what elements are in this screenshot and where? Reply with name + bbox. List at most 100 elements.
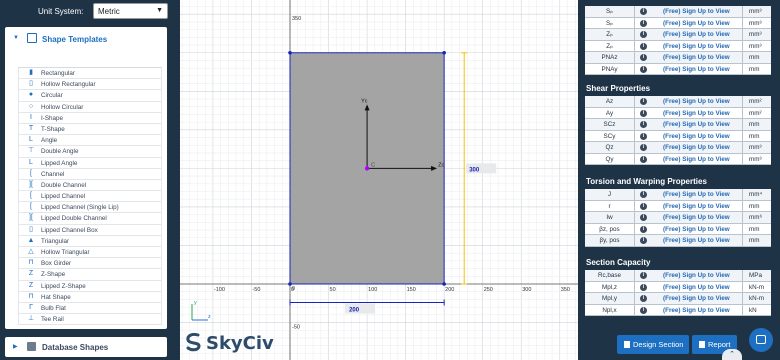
hollow-rectangle-icon: ▯ (29, 80, 33, 88)
sign-up-link[interactable]: (Free) Sign Up to View (663, 96, 741, 107)
info-icon[interactable]: i (640, 98, 647, 105)
sign-up-link[interactable]: (Free) Sign Up to View (663, 201, 741, 212)
info-icon[interactable]: i (640, 306, 647, 314)
shape-template-item[interactable]: [Channel (18, 168, 162, 180)
design-section-label: Design Section (633, 340, 684, 349)
section-canvas[interactable]: -100-50050100150200250300350350300250200… (174, 0, 599, 360)
info-icon[interactable]: i (640, 295, 647, 302)
sign-up-link[interactable]: (Free) Sign Up to View (663, 224, 741, 235)
shape-template-item[interactable]: ▮ Rectangular (18, 68, 162, 80)
shape-template-item[interactable]: ○ Hollow Circular (18, 101, 162, 113)
sign-up-link[interactable]: (Free) Sign Up to View (663, 235, 741, 246)
info-icon[interactable]: i (640, 155, 647, 163)
sign-up-link[interactable]: (Free) Sign Up to View (663, 293, 741, 304)
hollow-circle-icon: ○ (28, 102, 34, 110)
shape-template-item[interactable]: T T-Shape (18, 123, 162, 136)
lipped-z-shape-icon: Z (28, 281, 34, 289)
shape-template-item[interactable]: ⊤ Double Angle (18, 146, 162, 158)
shape-template-item[interactable]: ▯ Lipped Channel Box (18, 224, 162, 236)
design-section-button[interactable]: Design Section (617, 335, 689, 354)
shape-template-item[interactable]: ● Circular (18, 90, 162, 102)
sign-up-link[interactable]: (Free) Sign Up to View (663, 108, 741, 119)
shape-template-item[interactable]: ][Lipped Double Channel (18, 213, 162, 225)
info-icon[interactable]: i (640, 237, 647, 244)
info-icon[interactable]: i (640, 65, 647, 73)
shape-template-item[interactable]: [Lipped Channel (Single Lip) (18, 202, 162, 214)
info-icon[interactable]: i (640, 144, 647, 151)
hat-shape-icon: ⊓ (28, 292, 34, 300)
info-icon[interactable]: i (640, 283, 647, 291)
height-dimension-label: 300 (469, 167, 480, 173)
sign-up-link[interactable]: (Free) Sign Up to View (663, 282, 741, 293)
sign-up-link[interactable]: (Free) Sign Up to View (663, 119, 741, 130)
info-icon[interactable]: i (640, 31, 647, 38)
info-icon[interactable]: i (640, 121, 647, 128)
shape-template-item[interactable]: I I-Shape (18, 112, 162, 124)
shape-template-item[interactable]: △ Hollow Triangular (18, 247, 162, 259)
info-icon[interactable]: i (640, 8, 647, 15)
sign-up-link[interactable]: (Free) Sign Up to View (663, 189, 741, 200)
t-shape-icon: T (28, 124, 34, 132)
shape-template-item[interactable]: ][Double Channel (18, 179, 162, 192)
sign-up-link[interactable]: (Free) Sign Up to View (663, 18, 741, 29)
sign-up-link[interactable]: (Free) Sign Up to View (663, 29, 741, 40)
shape-template-label: Lipped Z-Shape (41, 282, 86, 290)
hollow-triangle-icon: △ (28, 248, 34, 255)
shape-template-item[interactable]: Z Z-Shape (18, 269, 162, 281)
triangle-icon: ▲ (27, 236, 35, 244)
info-icon[interactable]: i (640, 191, 647, 198)
x-tick-label: 300 (522, 287, 531, 293)
info-icon[interactable]: i (640, 132, 647, 140)
property-unit: mm⁶ (742, 212, 771, 223)
shape-templates-header[interactable]: ▼ Shape Templates (5, 27, 167, 51)
info-icon[interactable]: i (640, 109, 647, 117)
info-icon[interactable]: i (640, 54, 647, 61)
info-icon[interactable]: i (640, 225, 647, 233)
scroll-up-button[interactable]: ⌃ (722, 349, 742, 360)
shape-template-item[interactable]: L Lipped Angle (18, 157, 162, 169)
sign-up-link[interactable]: (Free) Sign Up to View (663, 6, 741, 17)
sign-up-link[interactable]: (Free) Sign Up to View (663, 64, 741, 75)
sign-up-link[interactable]: (Free) Sign Up to View (663, 52, 741, 63)
sign-up-link[interactable]: (Free) Sign Up to View (663, 154, 741, 165)
lipped-channel-single-icon: [ (30, 203, 32, 211)
info-icon[interactable]: i (640, 202, 647, 210)
shape-template-item[interactable]: ⊥ Tee Rail (18, 314, 162, 326)
property-name: Iw (585, 212, 635, 223)
shape-template-label: Angle (41, 137, 58, 145)
sign-up-link[interactable]: (Free) Sign Up to View (663, 142, 741, 153)
shape-template-item[interactable]: ▲ Triangular (18, 235, 162, 247)
property-name: Mpl,z (585, 281, 635, 293)
property-unit: mm³ (742, 40, 771, 52)
chat-button[interactable] (749, 328, 773, 352)
property-name: SCz (585, 119, 635, 130)
shape-templates-title: Shape Templates (42, 35, 108, 44)
database-shapes-header[interactable]: ▶ Database Shapes (5, 337, 167, 357)
shape-template-item[interactable]: ▯ Hollow Rectangular (18, 79, 162, 91)
shape-template-item[interactable]: Z Lipped Z-Shape (18, 280, 162, 292)
centroid-z-axis-label: Zc (438, 162, 444, 168)
shape-template-list: ▮ Rectangular ▯ Hollow Rectangular ● Circular… (18, 67, 162, 326)
shape-template-item[interactable]: ⊓ Box Girder (18, 258, 162, 270)
property-name: Ay (585, 107, 635, 119)
property-name: βz, pos (585, 223, 635, 235)
shape-template-label: Hollow Triangular (41, 249, 90, 256)
sign-up-link[interactable]: (Free) Sign Up to View (663, 270, 741, 281)
shape-template-item[interactable]: Γ Bulb Flat (18, 302, 162, 315)
info-icon[interactable]: i (640, 214, 647, 221)
sign-up-link[interactable]: (Free) Sign Up to View (663, 41, 741, 52)
info-icon[interactable]: i (640, 19, 647, 27)
sign-up-link[interactable]: (Free) Sign Up to View (663, 212, 741, 223)
shape-template-item[interactable]: L Angle (18, 135, 162, 147)
sign-up-link[interactable]: (Free) Sign Up to View (663, 131, 741, 142)
property-name: Npl,x (585, 304, 635, 316)
shape-template-item[interactable]: [Lipped Channel (18, 191, 162, 203)
shape-template-item[interactable]: ⊓ Hat Shape (18, 291, 162, 303)
property-unit: mm (742, 63, 771, 75)
shape-template-label: Double Channel (41, 181, 87, 189)
unit-system-select[interactable]: Metric ▼ (93, 3, 168, 19)
property-row: Ji (Free) Sign Up to View mm⁴ (585, 189, 771, 201)
sign-up-link[interactable]: (Free) Sign Up to View (663, 305, 741, 316)
info-icon[interactable]: i (640, 272, 647, 279)
info-icon[interactable]: i (640, 42, 647, 50)
